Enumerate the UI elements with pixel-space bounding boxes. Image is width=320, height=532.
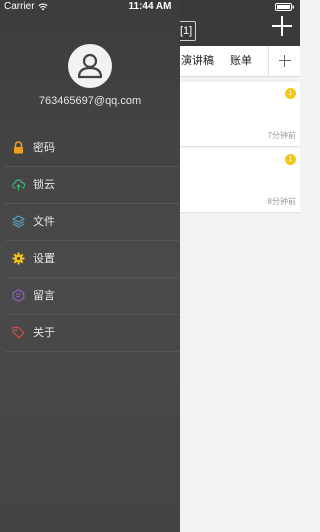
- timestamp: 8分钟前: [267, 197, 296, 206]
- tab-bill[interactable]: 账单: [230, 46, 252, 76]
- menu-label: 锁云: [33, 179, 55, 191]
- menu-label: 密码: [33, 142, 55, 154]
- add-icon[interactable]: [272, 16, 292, 36]
- timestamp: 7分钟前: [267, 131, 296, 140]
- avatar[interactable]: [68, 44, 112, 88]
- count-badge: 1: [285, 88, 296, 99]
- menu-item-message[interactable]: 留言: [5, 278, 180, 315]
- add-tab-button[interactable]: [268, 46, 301, 76]
- clock: 11:44 AM: [128, 1, 172, 12]
- cloud-upload-icon: [12, 178, 25, 191]
- message-icon: [12, 289, 25, 302]
- menu-item-lock-cloud[interactable]: 锁云: [5, 167, 180, 204]
- user-icon: [77, 53, 103, 79]
- count-badge: 1: [285, 154, 296, 165]
- menu-item-files[interactable]: 文件: [5, 204, 180, 241]
- tag-icon: [12, 326, 25, 339]
- gear-icon: [12, 252, 25, 265]
- tab-speech[interactable]: 演讲稿: [181, 46, 214, 76]
- menu-item-about[interactable]: 关于: [5, 315, 180, 352]
- menu-label: 关于: [33, 327, 55, 339]
- layers-icon: [12, 215, 25, 228]
- menu-item-settings[interactable]: 设置: [5, 241, 180, 278]
- menu-label: 留言: [33, 290, 55, 302]
- user-email: 763465697@qq.com: [38, 95, 142, 107]
- drawer-menu: 密码 锁云 文件 设置 留言 关于: [0, 130, 180, 352]
- menu-label: 文件: [33, 216, 55, 228]
- battery-icon: [275, 3, 295, 11]
- status-bar: Carrier 11:44 AM: [0, 0, 300, 14]
- menu-label: 设置: [33, 253, 55, 265]
- side-drawer: 763465697@qq.com 密码 锁云 文件 设置 留言 关于: [0, 0, 180, 532]
- lock-icon: [12, 141, 25, 154]
- menu-item-password[interactable]: 密码: [5, 130, 180, 167]
